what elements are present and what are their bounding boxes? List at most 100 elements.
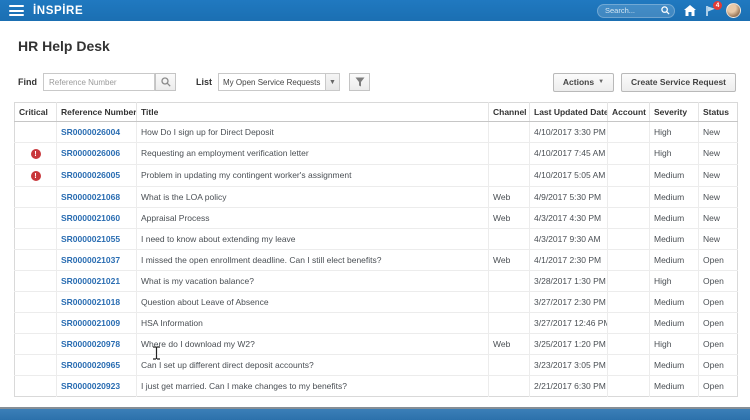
critical-cell	[15, 249, 57, 270]
reference-link[interactable]: SR0000020923	[61, 381, 120, 391]
reference-cell: SR0000026005	[57, 164, 137, 186]
title-cell: Question about Leave of Absence	[137, 291, 489, 312]
status-cell: Open	[699, 312, 738, 333]
column-header-severity[interactable]: Severity	[650, 103, 699, 122]
column-header-channel[interactable]: Channel	[489, 103, 530, 122]
critical-icon: !	[31, 171, 41, 181]
channel-cell	[489, 270, 530, 291]
table-row[interactable]: SR0000026004 How Do I sign up for Direct…	[15, 122, 738, 143]
severity-cell: Medium	[650, 207, 699, 228]
home-icon[interactable]	[684, 5, 696, 16]
critical-cell	[15, 354, 57, 375]
find-search-button[interactable]	[155, 73, 176, 91]
column-header-account[interactable]: Account	[608, 103, 650, 122]
reference-link[interactable]: SR0000021021	[61, 276, 120, 286]
channel-cell	[489, 122, 530, 143]
table-row[interactable]: SR0000021055 I need to know about extend…	[15, 228, 738, 249]
actions-button[interactable]: Actions ▼	[553, 73, 614, 92]
reference-link[interactable]: SR0000021018	[61, 297, 120, 307]
status-cell: New	[699, 207, 738, 228]
title-cell: I just get married. Can I make changes t…	[137, 375, 489, 396]
table-row[interactable]: SR0000021068 What is the LOA policy Web …	[15, 186, 738, 207]
table-row[interactable]: SR0000020965 Can I set up different dire…	[15, 354, 738, 375]
column-header-last-updated-date[interactable]: Last Updated Date	[530, 103, 608, 122]
channel-cell	[489, 312, 530, 333]
reference-link[interactable]: SR0000026006	[61, 148, 120, 158]
account-cell	[608, 228, 650, 249]
column-header-reference-number[interactable]: Reference Number	[57, 103, 137, 122]
reference-link[interactable]: SR0000020965	[61, 360, 120, 370]
title-cell: Can I set up different direct deposit ac…	[137, 354, 489, 375]
table-row[interactable]: ! SR0000026005 Problem in updating my co…	[15, 164, 738, 186]
channel-cell: Web	[489, 333, 530, 354]
top-navigation-bar: İNSPİRE 4	[0, 0, 750, 21]
last-updated-cell: 4/10/2017 5:05 AM	[530, 164, 608, 186]
search-icon[interactable]	[661, 6, 670, 15]
reference-cell: SR0000026004	[57, 122, 137, 143]
last-updated-cell: 3/28/2017 1:30 PM	[530, 270, 608, 291]
last-updated-cell: 3/25/2017 1:20 PM	[530, 333, 608, 354]
find-reference-input[interactable]	[43, 73, 155, 91]
saved-list-dropdown[interactable]: My Open Service Requests ▼	[218, 73, 340, 91]
text-cursor	[152, 346, 161, 360]
global-search[interactable]	[597, 4, 675, 18]
table-row[interactable]: SR0000021021 What is my vacation balance…	[15, 270, 738, 291]
table-row[interactable]: SR0000020978 Where do I download my W2? …	[15, 333, 738, 354]
table-row[interactable]: SR0000021060 Appraisal Process Web 4/3/2…	[15, 207, 738, 228]
severity-cell: Medium	[650, 291, 699, 312]
saved-list-value: My Open Service Requests	[219, 78, 325, 87]
sr-table-body: SR0000026004 How Do I sign up for Direct…	[15, 122, 738, 397]
critical-cell: !	[15, 164, 57, 186]
last-updated-cell: 4/3/2017 9:30 AM	[530, 228, 608, 249]
reference-link[interactable]: SR0000020978	[61, 339, 120, 349]
topbar-right-cluster: 4	[597, 3, 741, 18]
table-row[interactable]: SR0000021018 Question about Leave of Abs…	[15, 291, 738, 312]
channel-cell: Web	[489, 207, 530, 228]
reference-link[interactable]: SR0000021009	[61, 318, 120, 328]
account-cell	[608, 122, 650, 143]
hamburger-menu-icon[interactable]	[9, 5, 24, 16]
title-cell: Problem in updating my contingent worker…	[137, 164, 489, 186]
severity-cell: Medium	[650, 228, 699, 249]
account-cell	[608, 207, 650, 228]
user-avatar[interactable]	[726, 3, 741, 18]
reference-link[interactable]: SR0000021055	[61, 234, 120, 244]
brand-logo: İNSPİRE	[33, 5, 83, 17]
last-updated-cell: 3/27/2017 2:30 PM	[530, 291, 608, 312]
last-updated-cell: 4/1/2017 2:30 PM	[530, 249, 608, 270]
last-updated-cell: 3/23/2017 3:05 PM	[530, 354, 608, 375]
reference-link[interactable]: SR0000021037	[61, 255, 120, 265]
reference-cell: SR0000021037	[57, 249, 137, 270]
create-service-request-button[interactable]: Create Service Request	[621, 73, 736, 92]
column-header-critical[interactable]: Critical	[15, 103, 57, 122]
table-row[interactable]: ! SR0000026006 Requesting an employment …	[15, 143, 738, 165]
critical-icon: !	[31, 149, 41, 159]
notifications-flag-icon[interactable]: 4	[705, 5, 717, 17]
table-row[interactable]: SR0000020923 I just get married. Can I m…	[15, 375, 738, 396]
last-updated-cell: 4/10/2017 7:45 AM	[530, 143, 608, 165]
global-search-input[interactable]	[605, 6, 661, 15]
channel-cell	[489, 164, 530, 186]
reference-link[interactable]: SR0000021060	[61, 213, 120, 223]
reference-link[interactable]: SR0000026005	[61, 170, 120, 180]
severity-cell: Medium	[650, 164, 699, 186]
reference-link[interactable]: SR0000021068	[61, 192, 120, 202]
column-header-title[interactable]: Title	[137, 103, 489, 122]
column-header-status[interactable]: Status	[699, 103, 738, 122]
table-row[interactable]: SR0000021037 I missed the open enrollmen…	[15, 249, 738, 270]
reference-cell: SR0000021021	[57, 270, 137, 291]
reference-link[interactable]: SR0000026004	[61, 127, 120, 137]
reference-cell: SR0000021009	[57, 312, 137, 333]
channel-cell	[489, 354, 530, 375]
account-cell	[608, 291, 650, 312]
critical-cell	[15, 291, 57, 312]
title-cell: How Do I sign up for Direct Deposit	[137, 122, 489, 143]
account-cell	[608, 375, 650, 396]
table-row[interactable]: SR0000021009 HSA Information 3/27/2017 1…	[15, 312, 738, 333]
critical-cell: !	[15, 143, 57, 165]
critical-cell	[15, 186, 57, 207]
filter-button[interactable]	[349, 73, 370, 91]
channel-cell	[489, 228, 530, 249]
channel-cell	[489, 291, 530, 312]
list-toolbar: Find List My Open Service Requests ▼ Act…	[18, 72, 736, 92]
